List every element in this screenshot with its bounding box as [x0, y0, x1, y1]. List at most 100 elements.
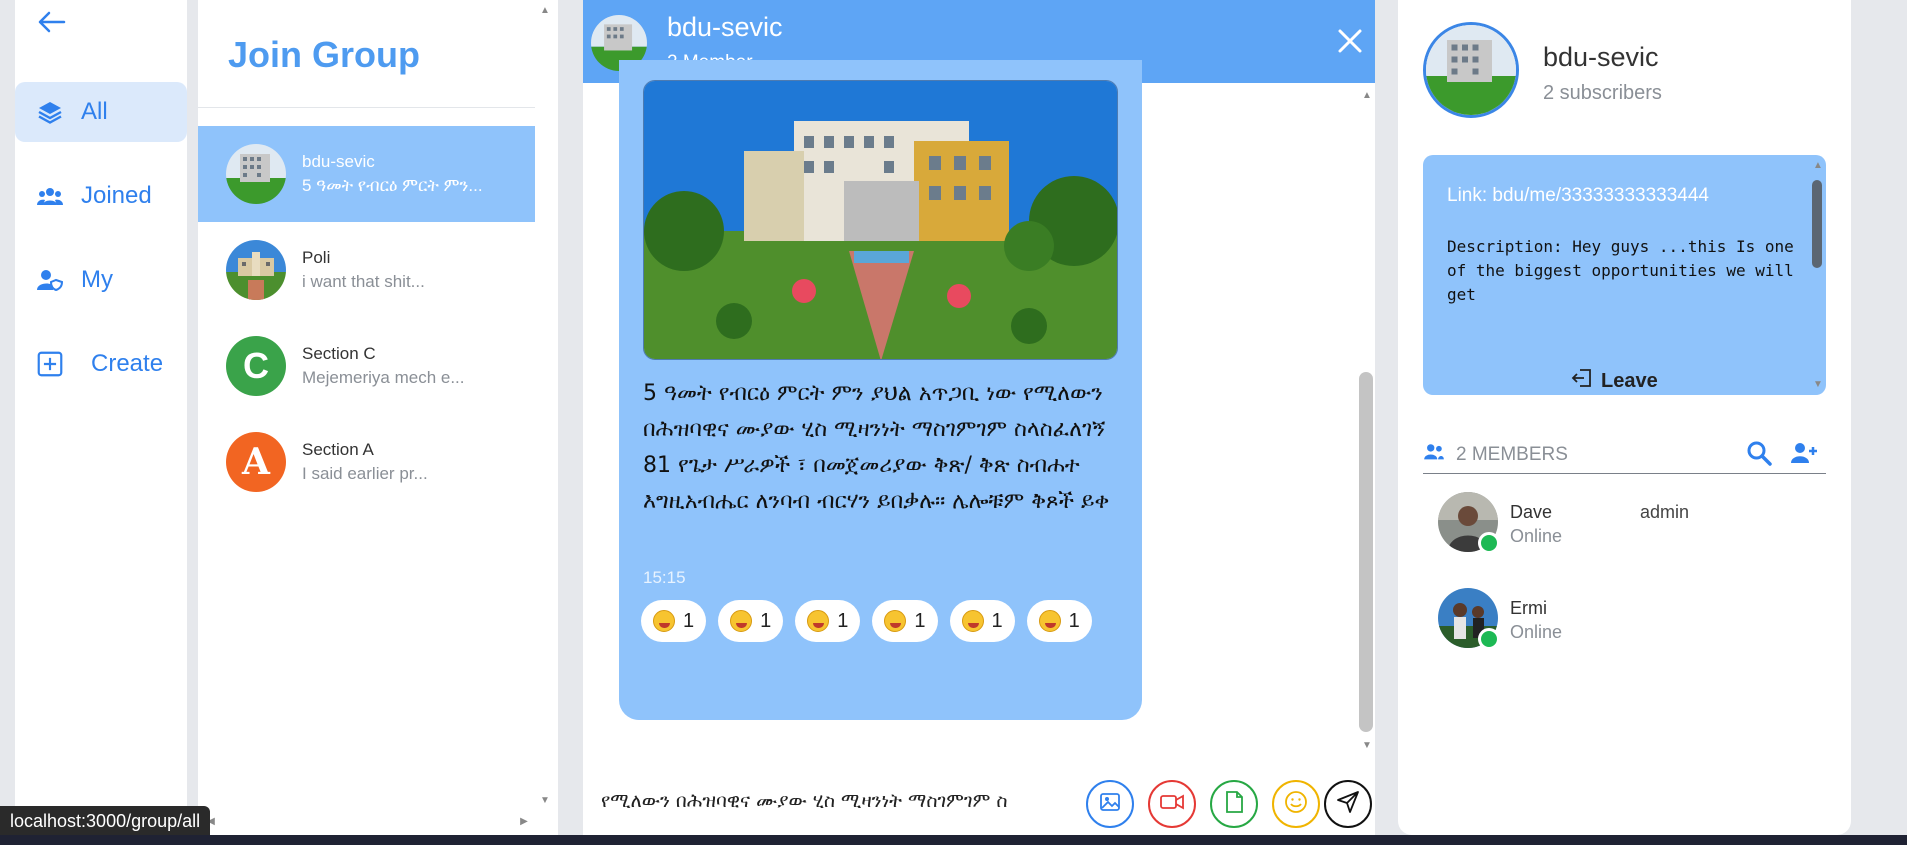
message-input[interactable]: የሚለውን በሕዝባዊና ሙያው ሂስ ሚዛንነት ማስገምገም ስ	[601, 790, 1081, 812]
scroll-up-arrow-icon[interactable]: ▲	[537, 3, 553, 17]
reaction-count: 1	[914, 609, 926, 632]
scroll-right-arrow-icon[interactable]: ▶	[516, 814, 532, 828]
group-item-section-c[interactable]: C Section C Mejemeriya mech e...	[198, 318, 535, 414]
group-info-panel: bdu-sevic 2 subscribers Link: bdu/me/333…	[1398, 0, 1851, 835]
group-list-panel: Join Group bdu-sevic 5 ዓመት የብርዕ ምርት ምን..…	[198, 0, 558, 845]
leave-label: Leave	[1601, 369, 1658, 392]
group-description: Description: Hey guys ...this Is one of …	[1447, 237, 1794, 304]
sidebar-nav: All Joined My Create	[15, 0, 187, 845]
member-role: admin	[1640, 502, 1690, 522]
reaction-chip[interactable]: 1	[872, 600, 938, 642]
nav-label: All	[81, 98, 108, 125]
post-image[interactable]	[643, 80, 1118, 360]
member-status: Online	[1510, 526, 1563, 546]
message-text: 5 ዓመት የብርዕ ምርት ምን ያህል አጥጋቢ ነው የሚለውን በሕዝባ…	[643, 381, 1110, 514]
member-row[interactable]: Dave Online admin	[1438, 492, 1818, 562]
group-item-section-a[interactable]: A Section A I said earlier pr...	[198, 414, 535, 510]
group-details-box: Link: bdu/me/33333333333444 Description:…	[1423, 155, 1826, 395]
group-item-poli[interactable]: Poli i want that shit...	[198, 222, 535, 318]
user-shield-icon	[37, 267, 63, 293]
add-user-icon[interactable]	[1790, 441, 1818, 470]
member-row[interactable]: Ermi Online	[1438, 588, 1818, 658]
scroll-down-arrow-icon[interactable]: ▼	[537, 793, 553, 807]
nav-label: Joined	[81, 182, 152, 209]
reaction-count: 1	[991, 609, 1003, 632]
scrollbar-thumb[interactable]	[1812, 180, 1822, 268]
users-icon	[37, 183, 63, 209]
member-status: Online	[1510, 622, 1563, 642]
os-taskbar	[0, 835, 1907, 845]
group-info-title: bdu-sevic	[1543, 42, 1659, 72]
nav-label: My	[81, 266, 113, 293]
nav-item-my[interactable]: My	[15, 250, 187, 310]
reaction-count: 1	[837, 609, 849, 632]
scroll-down-arrow-icon[interactable]: ▼	[1359, 738, 1375, 752]
eye-roll-face-icon	[961, 610, 984, 632]
group-avatar-letter: C	[226, 336, 286, 396]
search-icon[interactable]	[1746, 440, 1772, 471]
leave-button[interactable]: Leave	[1571, 367, 1658, 395]
file-icon	[1224, 790, 1244, 819]
group-avatar	[226, 144, 286, 204]
image-icon	[1099, 791, 1121, 818]
group-name: bdu-sevic	[302, 152, 375, 171]
group-avatar-letter: A	[226, 432, 286, 492]
group-preview: I said earlier pr...	[302, 464, 428, 483]
nav-label: Create	[91, 350, 164, 377]
grimacing-face-icon	[1038, 610, 1061, 632]
nav-item-create[interactable]: Create	[15, 334, 187, 394]
reaction-count: 1	[760, 609, 772, 632]
member-name: Ermi	[1510, 598, 1547, 618]
chat-panel: bdu-sevic 2 Member	[583, 0, 1375, 845]
reaction-chip[interactable]: 1	[795, 600, 861, 642]
members-count: 2 MEMBERS	[1456, 444, 1568, 465]
grinning-face-icon	[653, 610, 675, 632]
scrollbar-thumb[interactable]	[1359, 372, 1373, 732]
page-title: Join Group	[228, 34, 420, 75]
nav-item-all[interactable]: All	[15, 82, 187, 142]
message-bubble: 5 ዓመት የብርዕ ምርት ምን ያህል አጥጋቢ ነው የሚለውን በሕዝባ…	[619, 60, 1142, 720]
chat-title: bdu-sevic	[667, 12, 783, 42]
online-status-dot	[1478, 628, 1500, 650]
message-time: 15:15	[643, 568, 686, 587]
video-attach-button[interactable]	[1148, 780, 1196, 828]
group-name: Section A	[302, 440, 374, 459]
close-icon[interactable]	[1335, 26, 1365, 56]
scroll-up-arrow-icon[interactable]: ▲	[1810, 158, 1826, 172]
reaction-chip[interactable]: 1	[949, 600, 1015, 642]
online-status-dot	[1478, 532, 1500, 554]
scroll-up-arrow-icon[interactable]: ▲	[1359, 88, 1375, 102]
group-link[interactable]: Link: bdu/me/33333333333444	[1447, 185, 1709, 207]
beaming-face-icon	[884, 610, 907, 632]
reaction-count: 1	[683, 609, 695, 632]
file-attach-button[interactable]	[1210, 780, 1258, 828]
back-arrow-icon[interactable]	[37, 10, 67, 34]
group-item-bdu-sevic[interactable]: bdu-sevic 5 ዓመት የብርዕ ምርት ምን...	[198, 126, 535, 222]
status-bar-url: localhost:3000/group/all	[0, 806, 211, 836]
reaction-count: 1	[1068, 609, 1080, 632]
reaction-chip[interactable]: 1	[641, 600, 707, 642]
scroll-down-arrow-icon[interactable]: ▼	[1810, 377, 1826, 391]
group-name: Section C	[302, 344, 376, 363]
reaction-list: 1 1 1 1 1 1	[641, 600, 1101, 642]
reaction-chip[interactable]: 1	[1026, 600, 1092, 642]
video-icon	[1160, 793, 1184, 816]
image-attach-button[interactable]	[1086, 780, 1134, 828]
emoji-button[interactable]	[1272, 780, 1320, 828]
divider	[198, 107, 535, 108]
send-button[interactable]	[1324, 780, 1372, 828]
group-info-subscribers: 2 subscribers	[1543, 82, 1662, 104]
nav-item-joined[interactable]: Joined	[15, 166, 187, 226]
group-info-avatar	[1423, 22, 1519, 118]
layers-icon	[37, 99, 63, 125]
group-preview: 5 ዓመት የብርዕ ምርት ምን...	[302, 176, 483, 195]
smile-icon	[1284, 790, 1308, 819]
group-preview: Mejemeriya mech e...	[302, 368, 465, 387]
plus-square-icon	[37, 351, 63, 377]
group-avatar	[226, 240, 286, 300]
group-preview: i want that shit...	[302, 272, 425, 291]
users-icon	[1422, 443, 1446, 466]
logout-icon	[1571, 367, 1593, 395]
rofl-face-icon	[807, 610, 830, 632]
reaction-chip[interactable]: 1	[718, 600, 784, 642]
